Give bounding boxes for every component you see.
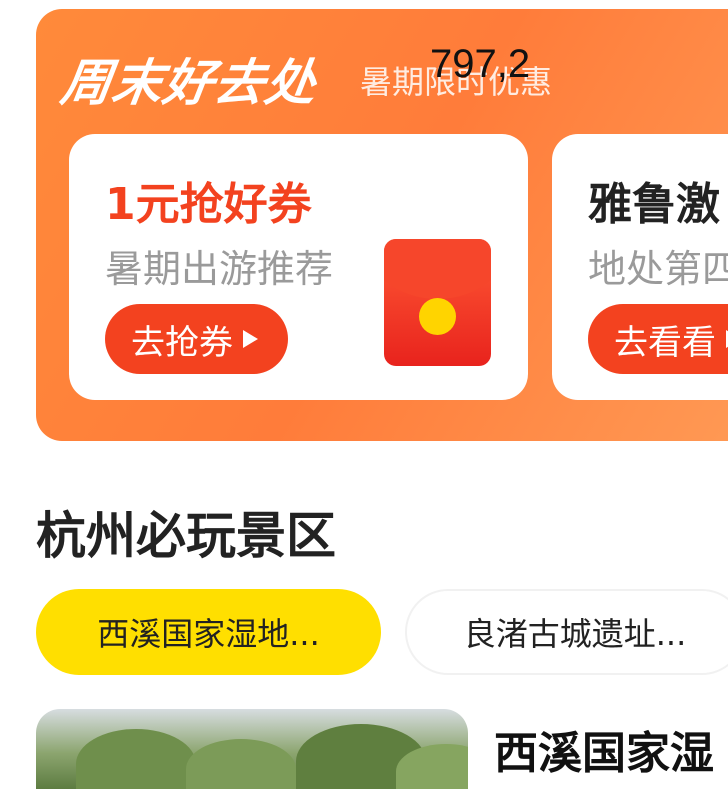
overlay-number: 797,2 [430, 42, 531, 86]
promo-card-description: 暑期出游推荐 [105, 247, 334, 291]
chip-liangzhu-ruins[interactable]: 良渚古城遗址... [405, 589, 728, 675]
promo-card-title: 雅鲁激 [588, 179, 720, 230]
red-packet-icon [384, 239, 491, 366]
promo-card-description: 地处第四 [588, 247, 728, 291]
view-more-button[interactable]: 去看看 [588, 304, 728, 374]
promo-card-destination[interactable]: 雅鲁激 地处第四 去看看 [552, 134, 728, 400]
spot-title[interactable]: 西溪国家湿 [494, 717, 714, 781]
play-arrow-icon [243, 330, 258, 348]
grab-coupon-button[interactable]: 去抢券 [105, 304, 288, 374]
promo-card-title: 1元抢好券 [105, 179, 312, 230]
grab-coupon-button-label: 去抢券 [131, 322, 233, 363]
promo-banner: 周末好去处 暑期限时优惠 1元抢好券 暑期出游推荐 去抢券 雅鲁激 地处第四 去… [36, 9, 728, 441]
spot-photo[interactable] [36, 709, 468, 789]
banner-title: 周末好去处 [57, 54, 321, 112]
view-more-button-label: 去看看 [614, 322, 716, 363]
section-title: 杭州必玩景区 [36, 507, 336, 565]
promo-card-coupon[interactable]: 1元抢好券 暑期出游推荐 去抢券 [69, 134, 528, 400]
chip-xixi-wetland[interactable]: 西溪国家湿地... [36, 589, 381, 675]
